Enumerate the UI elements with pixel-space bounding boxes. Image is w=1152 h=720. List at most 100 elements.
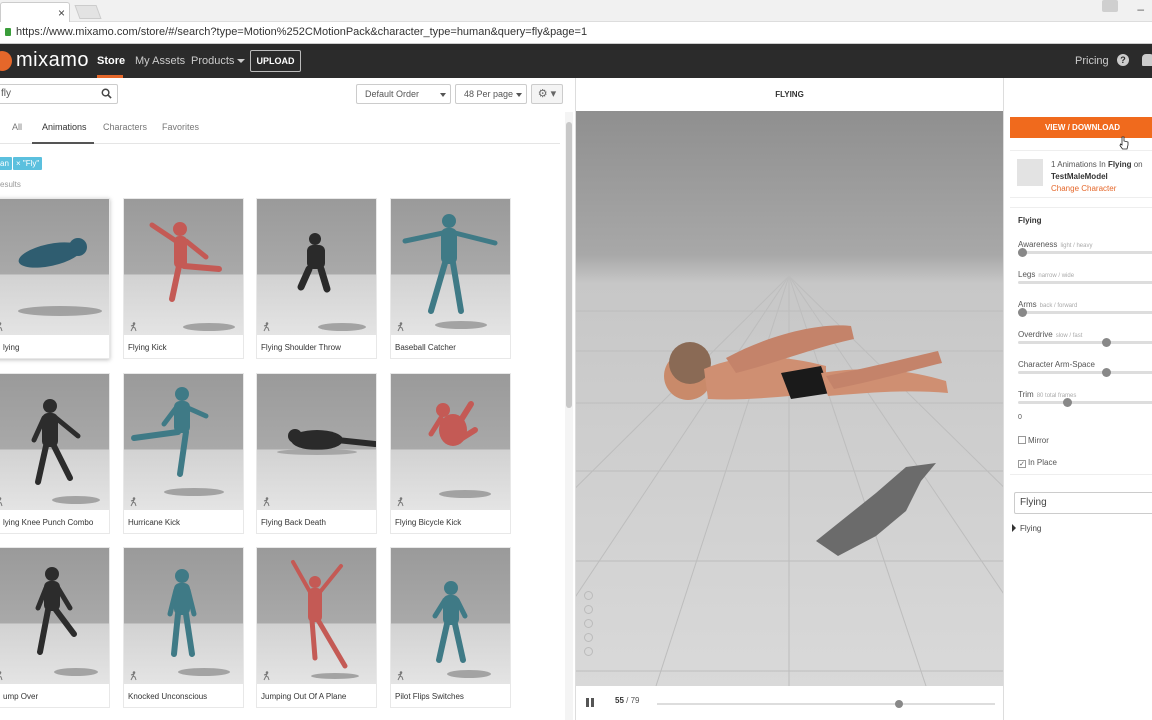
slider-handle[interactable] — [1101, 368, 1111, 377]
mixamo-logo-icon[interactable] — [0, 51, 12, 71]
nav-pricing[interactable]: Pricing — [1075, 55, 1109, 67]
animation-thumbnail — [124, 199, 243, 335]
zoom-icon[interactable] — [584, 633, 593, 642]
view-download-button[interactable]: VIEW / DOWNLOAD — [1010, 117, 1152, 138]
animation-card[interactable]: Flying Kick — [123, 198, 244, 359]
slider-handle[interactable] — [1018, 248, 1027, 257]
slider-handle[interactable] — [1018, 308, 1027, 317]
arm-space-slider[interactable] — [1018, 368, 1152, 377]
animation-card[interactable]: Baseball Catcher — [390, 198, 511, 359]
results-scrollbar[interactable] — [565, 112, 573, 720]
slider-handle[interactable] — [1101, 338, 1111, 347]
url-text[interactable]: https://www.mixamo.com/store/#/search?ty… — [16, 26, 587, 38]
mirror-option[interactable]: Mirror — [1018, 436, 1049, 445]
pack-tree-item[interactable]: Flying — [1012, 524, 1041, 533]
pack-name-input[interactable]: Flying — [1014, 492, 1152, 514]
animation-card-label: Knocked Unconscious — [128, 692, 208, 701]
legs-slider[interactable] — [1018, 281, 1152, 284]
animation-card-label: Flying Kick — [128, 343, 167, 352]
animation-card[interactable]: lying Knee Punch Combo — [0, 373, 110, 534]
animation-card[interactable]: Knocked Unconscious — [123, 547, 244, 708]
animation-card[interactable]: Hurricane Kick — [123, 373, 244, 534]
param-label: Overdrive slow / fast — [1018, 330, 1082, 339]
upload-button[interactable]: UPLOAD — [250, 50, 301, 72]
close-tab-icon[interactable]: × — [58, 6, 65, 20]
chevron-down-icon — [440, 93, 446, 97]
figure-knocked-unconscious — [167, 569, 230, 676]
trim-slider[interactable] — [1018, 398, 1152, 407]
camera-icon[interactable] — [584, 647, 593, 656]
address-bar[interactable]: https://www.mixamo.com/store/#/search?ty… — [0, 22, 1152, 44]
settings-button[interactable]: ⚙ ▾ — [531, 84, 563, 104]
timeline-slider[interactable] — [657, 700, 995, 708]
animation-thumbnail — [0, 548, 109, 684]
new-tab-button[interactable] — [74, 5, 102, 19]
animation-thumbnail — [0, 374, 109, 510]
search-input[interactable]: fly — [0, 84, 118, 104]
order-select[interactable]: Default Order — [356, 84, 451, 104]
animation-card-label: Pilot Flips Switches — [395, 692, 464, 701]
per-page-select[interactable]: 48 Per page — [455, 84, 527, 104]
slider-handle[interactable] — [1062, 398, 1072, 407]
timeline-handle[interactable] — [894, 700, 903, 708]
in-place-checkbox[interactable]: ✓ — [1018, 460, 1026, 468]
param-label-text: Legs — [1018, 270, 1036, 279]
nav-my-assets[interactable]: My Assets — [135, 55, 185, 67]
param-label: Legs narrow / wide — [1018, 270, 1074, 279]
animation-card[interactable]: lying — [0, 198, 110, 359]
animation-card-label: Hurricane Kick — [128, 518, 181, 527]
animation-card[interactable]: Flying Back Death — [256, 373, 377, 534]
animation-thumbnail — [391, 374, 510, 510]
search-icon[interactable] — [101, 88, 112, 99]
filter-chip-query[interactable]: × "Fly" — [13, 157, 43, 170]
filter-chip-type[interactable]: an — [0, 157, 12, 170]
logo-text[interactable]: mixamo — [16, 49, 89, 72]
order-select-value: Default Order — [365, 89, 420, 99]
nav-store[interactable]: Store — [97, 55, 125, 67]
figure-flying-kick — [149, 222, 235, 331]
awareness-slider[interactable] — [1018, 248, 1152, 257]
pack-name: Flying — [1107, 160, 1132, 169]
camera-reset-icon[interactable] — [584, 591, 593, 600]
mirror-checkbox[interactable] — [1018, 436, 1026, 444]
pause-icon[interactable] — [586, 698, 594, 707]
figure-jump-over — [35, 567, 98, 676]
animation-card[interactable]: Flying Shoulder Throw — [256, 198, 377, 359]
param-label-text: Overdrive — [1018, 330, 1053, 339]
figure-back-death — [277, 429, 376, 455]
pan-icon[interactable] — [584, 619, 593, 628]
animation-card-label: Flying Shoulder Throw — [261, 343, 341, 352]
animation-card[interactable]: ump Over — [0, 547, 110, 708]
animation-type-icon — [0, 322, 3, 332]
param-hint: narrow / wide — [1038, 273, 1075, 279]
expand-arrow-icon[interactable] — [1012, 524, 1016, 532]
overdrive-slider[interactable] — [1018, 338, 1152, 347]
tab-all[interactable]: All — [12, 122, 22, 132]
figure-baseball-catcher — [402, 214, 498, 329]
arms-slider[interactable] — [1018, 308, 1152, 317]
tab-favorites[interactable]: Favorites — [162, 122, 199, 132]
in-place-option[interactable]: ✓ In Place — [1018, 458, 1057, 468]
nav-products[interactable]: Products — [191, 55, 246, 67]
scrollbar-thumb[interactable] — [566, 122, 572, 408]
change-character-link[interactable]: Change Character — [1051, 184, 1116, 193]
minimize-icon[interactable]: – — [1137, 2, 1144, 16]
tab-characters[interactable]: Characters — [103, 122, 147, 132]
viewer-title: FLYING — [775, 90, 804, 99]
help-icon[interactable]: ? — [1117, 54, 1129, 66]
search-results-pane: fly Default Order 48 Per page ⚙ ▾ All An… — [0, 78, 576, 720]
animation-card[interactable]: Jumping Out Of A Plane — [256, 547, 377, 708]
rotate-icon[interactable] — [584, 605, 593, 614]
browser-tab[interactable]: × — [0, 2, 70, 22]
animation-card[interactable]: Flying Bicycle Kick — [390, 373, 511, 534]
frame-total: / 79 — [626, 696, 640, 705]
view-tools — [584, 591, 596, 661]
tab-animations[interactable]: Animations — [42, 122, 87, 132]
figure-jumping-plane — [291, 560, 359, 679]
animation-card[interactable]: Pilot Flips Switches — [390, 547, 511, 708]
profile-icon[interactable] — [1102, 0, 1118, 12]
animation-thumbnail — [391, 548, 510, 684]
top-nav: mixamo Store My Assets Products UPLOAD P… — [0, 44, 1152, 78]
notification-icon[interactable] — [1142, 54, 1152, 66]
viewer-stage[interactable] — [576, 111, 1003, 686]
